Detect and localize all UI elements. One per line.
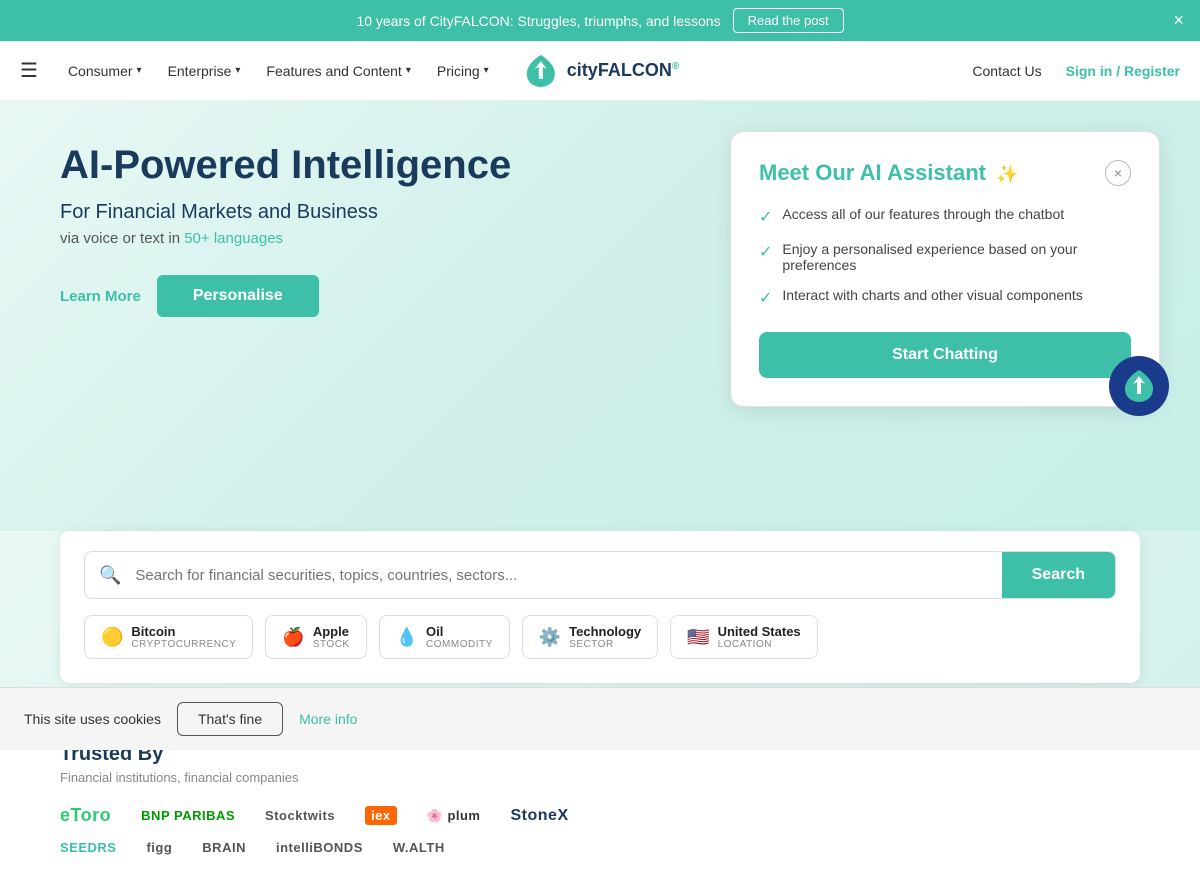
plum-logo: 🌸 plum	[427, 808, 481, 824]
logo-text: cityFALCON®	[567, 60, 679, 81]
search-icon: 🔍	[85, 565, 135, 586]
trusted-subtitle: Financial institutions, financial compan…	[60, 770, 1140, 785]
figg-logo: figg	[146, 840, 172, 855]
more-info-link[interactable]: More info	[299, 711, 357, 727]
site-logo[interactable]: cityFALCON®	[521, 53, 679, 89]
cookie-text: This site uses cookies	[24, 711, 161, 727]
search-section: 🔍 Search 🟡 Bitcoin CRYPTOCURRENCY 🍎 Appl…	[60, 531, 1140, 683]
search-bar: 🔍 Search	[84, 551, 1116, 599]
nav-consumer[interactable]: Consumer ▾	[58, 55, 152, 87]
chip-united-states[interactable]: 🇺🇸 United States LOCATION	[670, 615, 818, 659]
nav-features[interactable]: Features and Content ▾	[256, 55, 420, 87]
nav-enterprise[interactable]: Enterprise ▾	[158, 55, 251, 87]
wealth-logo: W.ALTH	[393, 840, 445, 855]
navbar-right: Contact Us Sign in / Register	[972, 63, 1180, 79]
ai-avatar	[1109, 356, 1169, 416]
ai-card-title: Meet Our AI Assistant ✨	[759, 160, 1019, 186]
hero-buttons: Learn More Personalise	[60, 275, 610, 317]
chip-bitcoin[interactable]: 🟡 Bitcoin CRYPTOCURRENCY	[84, 615, 253, 659]
sign-in-link[interactable]: Sign in / Register	[1066, 63, 1180, 79]
chevron-down-icon: ▾	[484, 65, 489, 76]
etoro-logo: eToro	[60, 805, 111, 826]
chevron-down-icon: ▾	[235, 65, 240, 76]
navbar: ☰ Consumer ▾ Enterprise ▾ Features and C…	[0, 41, 1200, 101]
learn-more-button[interactable]: Learn More	[60, 288, 141, 305]
us-flag-icon: 🇺🇸	[687, 627, 709, 648]
trusted-logos-row1: eToro BNP PARIBAS Stocktwits iex 🌸 plum …	[60, 805, 1140, 826]
hero-section: AI-Powered Intelligence For Financial Ma…	[0, 101, 1200, 531]
read-post-button[interactable]: Read the post	[733, 8, 844, 33]
cookie-banner: This site uses cookies That's fine More …	[0, 687, 1200, 750]
hero-content: AI-Powered Intelligence For Financial Ma…	[60, 141, 610, 317]
nav-pricing[interactable]: Pricing ▾	[427, 55, 499, 87]
sparkle-icon: ✨	[996, 164, 1018, 184]
check-icon: ✓	[759, 242, 772, 262]
hamburger-icon[interactable]: ☰	[20, 58, 38, 83]
ai-features-list: ✓ Access all of our features through the…	[759, 206, 1131, 308]
chip-apple[interactable]: 🍎 Apple STOCK	[265, 615, 366, 659]
chevron-down-icon: ▾	[137, 65, 142, 76]
stonex-logo: StoneX	[511, 807, 569, 825]
close-banner-button[interactable]: ×	[1173, 10, 1184, 31]
ai-card-close-button[interactable]: ×	[1105, 160, 1131, 186]
brain-logo: BRAIN	[202, 840, 246, 855]
search-button[interactable]: Search	[1002, 552, 1115, 598]
check-icon: ✓	[759, 207, 772, 227]
chip-technology[interactable]: ⚙️ Technology SECTOR	[522, 615, 658, 659]
technology-icon: ⚙️	[539, 627, 561, 648]
ai-assistant-card: Meet Our AI Assistant ✨ × ✓ Access all o…	[730, 131, 1160, 407]
chevron-down-icon: ▾	[406, 65, 411, 76]
check-icon: ✓	[759, 288, 772, 308]
oil-icon: 💧	[396, 627, 418, 648]
bnp-logo: BNP PARIBAS	[141, 808, 235, 823]
navbar-left: ☰ Consumer ▾ Enterprise ▾ Features and C…	[20, 55, 499, 87]
intellibonds-logo: intelliBONDS	[276, 840, 363, 855]
ai-card-header: Meet Our AI Assistant ✨ ×	[759, 160, 1131, 186]
search-chips: 🟡 Bitcoin CRYPTOCURRENCY 🍎 Apple STOCK 💧…	[84, 615, 1116, 659]
hero-subtitle: For Financial Markets and Business	[60, 201, 610, 224]
stocktwits-logo: Stocktwits	[265, 808, 335, 823]
ai-feature-item: ✓ Access all of our features through the…	[759, 206, 1131, 227]
ai-feature-item: ✓ Enjoy a personalised experience based …	[759, 241, 1131, 273]
accept-cookies-button[interactable]: That's fine	[177, 702, 283, 736]
bitcoin-icon: 🟡	[101, 627, 123, 648]
ai-feature-item: ✓ Interact with charts and other visual …	[759, 287, 1131, 308]
search-wrapper: 🔍 Search 🟡 Bitcoin CRYPTOCURRENCY 🍎 Appl…	[0, 531, 1200, 713]
trusted-logos-row2: SEEDRS figg BRAIN intelliBONDS W.ALTH	[60, 840, 1140, 855]
contact-us-link[interactable]: Contact Us	[972, 63, 1041, 79]
apple-icon: 🍎	[282, 627, 304, 648]
top-banner: 10 years of CityFALCON: Struggles, trium…	[0, 0, 1200, 41]
personalise-button[interactable]: Personalise	[157, 275, 319, 317]
languages-link[interactable]: 50+ languages	[184, 230, 283, 247]
hero-title: AI-Powered Intelligence	[60, 141, 610, 189]
nav-links: Consumer ▾ Enterprise ▾ Features and Con…	[58, 55, 499, 87]
start-chatting-button[interactable]: Start Chatting	[759, 332, 1131, 378]
iex-logo: iex	[365, 806, 397, 825]
seedrs-logo: SEEDRS	[60, 840, 116, 855]
banner-text: 10 years of CityFALCON: Struggles, trium…	[356, 13, 720, 29]
hero-sub2: via voice or text in 50+ languages	[60, 230, 610, 247]
chip-oil[interactable]: 💧 Oil COMMODITY	[379, 615, 510, 659]
search-input[interactable]	[135, 553, 1001, 598]
